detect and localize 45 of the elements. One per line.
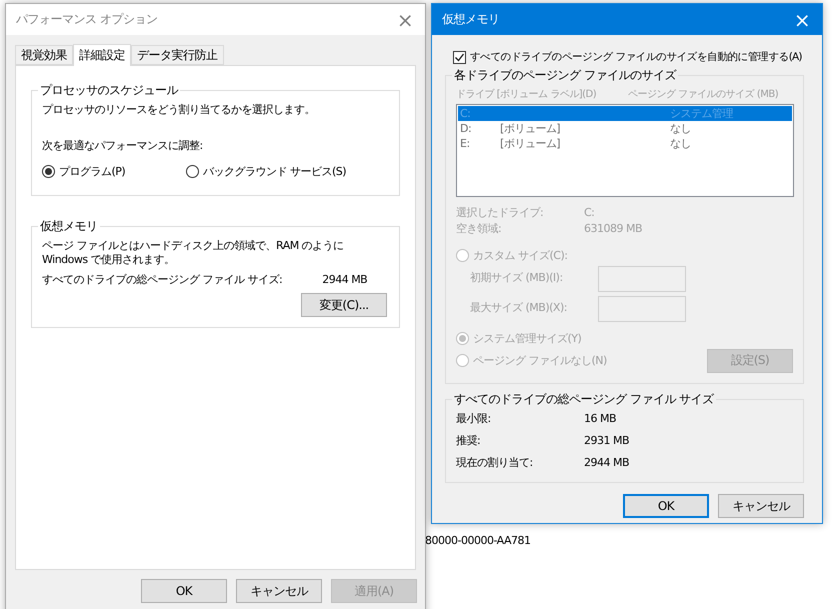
selected-drive-label: 選択したドライブ:	[456, 206, 544, 220]
selected-drive-value: C:	[584, 206, 596, 220]
total-size-value: 2944 MB	[322, 273, 368, 288]
radio-label: カスタム サイズ(C):	[473, 248, 568, 263]
free-space-label: 空き領域:	[456, 222, 502, 237]
total-value: 2931 MB	[584, 434, 630, 448]
column-header: ドライブ [ボリューム ラベル](D)	[456, 88, 598, 101]
dialog-button[interactable]: OK	[141, 579, 227, 603]
dialog-button[interactable]: OK	[623, 494, 709, 518]
tab[interactable]: 視覚効果	[15, 45, 73, 65]
total-label: 推奨:	[456, 434, 482, 448]
radio-button[interactable]	[42, 164, 55, 178]
group-title: 各ドライブのページング ファイルのサイズ	[453, 67, 678, 84]
checkbox-label: すべてのドライブのページング ファイルのサイズを自動的に管理する(A)	[470, 50, 802, 64]
window-title: パフォーマンス オプション	[16, 11, 158, 28]
group-title: 仮想メモリ	[39, 218, 98, 235]
description-text: プロセッサのリソースをどう割り当てるかを選択します。	[42, 103, 316, 118]
checkbox[interactable]	[453, 50, 466, 64]
dialog-button[interactable]: キャンセル	[236, 579, 322, 603]
window-title: 仮想メモリ	[442, 11, 500, 28]
column-header: ページング ファイルのサイズ (MB)	[628, 88, 778, 101]
group-title: プロセッサのスケジュール	[39, 82, 180, 99]
radio-label: システム管理サイズ(Y)	[473, 330, 582, 346]
total-label: 現在の割り当て:	[456, 456, 534, 470]
dialog-button[interactable]: キャンセル	[718, 494, 804, 518]
initial-size-label: 初期サイズ (MB)(I):	[470, 271, 564, 286]
radio-label: ページング ファイルなし(N)	[473, 353, 607, 368]
radio-label: プログラム(P)	[59, 164, 126, 179]
adjust-label: 次を最適なパフォーマンスに調整:	[42, 139, 204, 154]
radio-label: バックグラウンド サービス(S)	[203, 164, 346, 179]
max-size-label: 最大サイズ (MB)(X):	[470, 301, 568, 316]
close-button[interactable]: ×	[782, 4, 822, 35]
tab[interactable]: データ実行防止	[131, 45, 224, 65]
description-text: ページ ファイルとはハードディスク上の領域で、RAM のように Windows で使用されます。	[42, 238, 345, 268]
total-label: 最小限:	[456, 412, 492, 426]
tab[interactable]: 詳細設定	[73, 44, 131, 66]
total-size-label: すべてのドライブの総ページング ファイル サイズ:	[42, 273, 282, 288]
group-title: すべてのドライブの総ページング ファイル サイズ	[453, 390, 715, 408]
radio-button[interactable]	[186, 164, 199, 178]
background-text: 80000-00000-AA781	[425, 534, 531, 547]
free-space-value: 631089 MB	[584, 222, 644, 237]
close-button[interactable]: ×	[385, 4, 425, 35]
total-value: 2944 MB	[584, 456, 630, 470]
change-button[interactable]: 変更(C)...	[301, 293, 387, 318]
total-value: 16 MB	[584, 412, 618, 426]
